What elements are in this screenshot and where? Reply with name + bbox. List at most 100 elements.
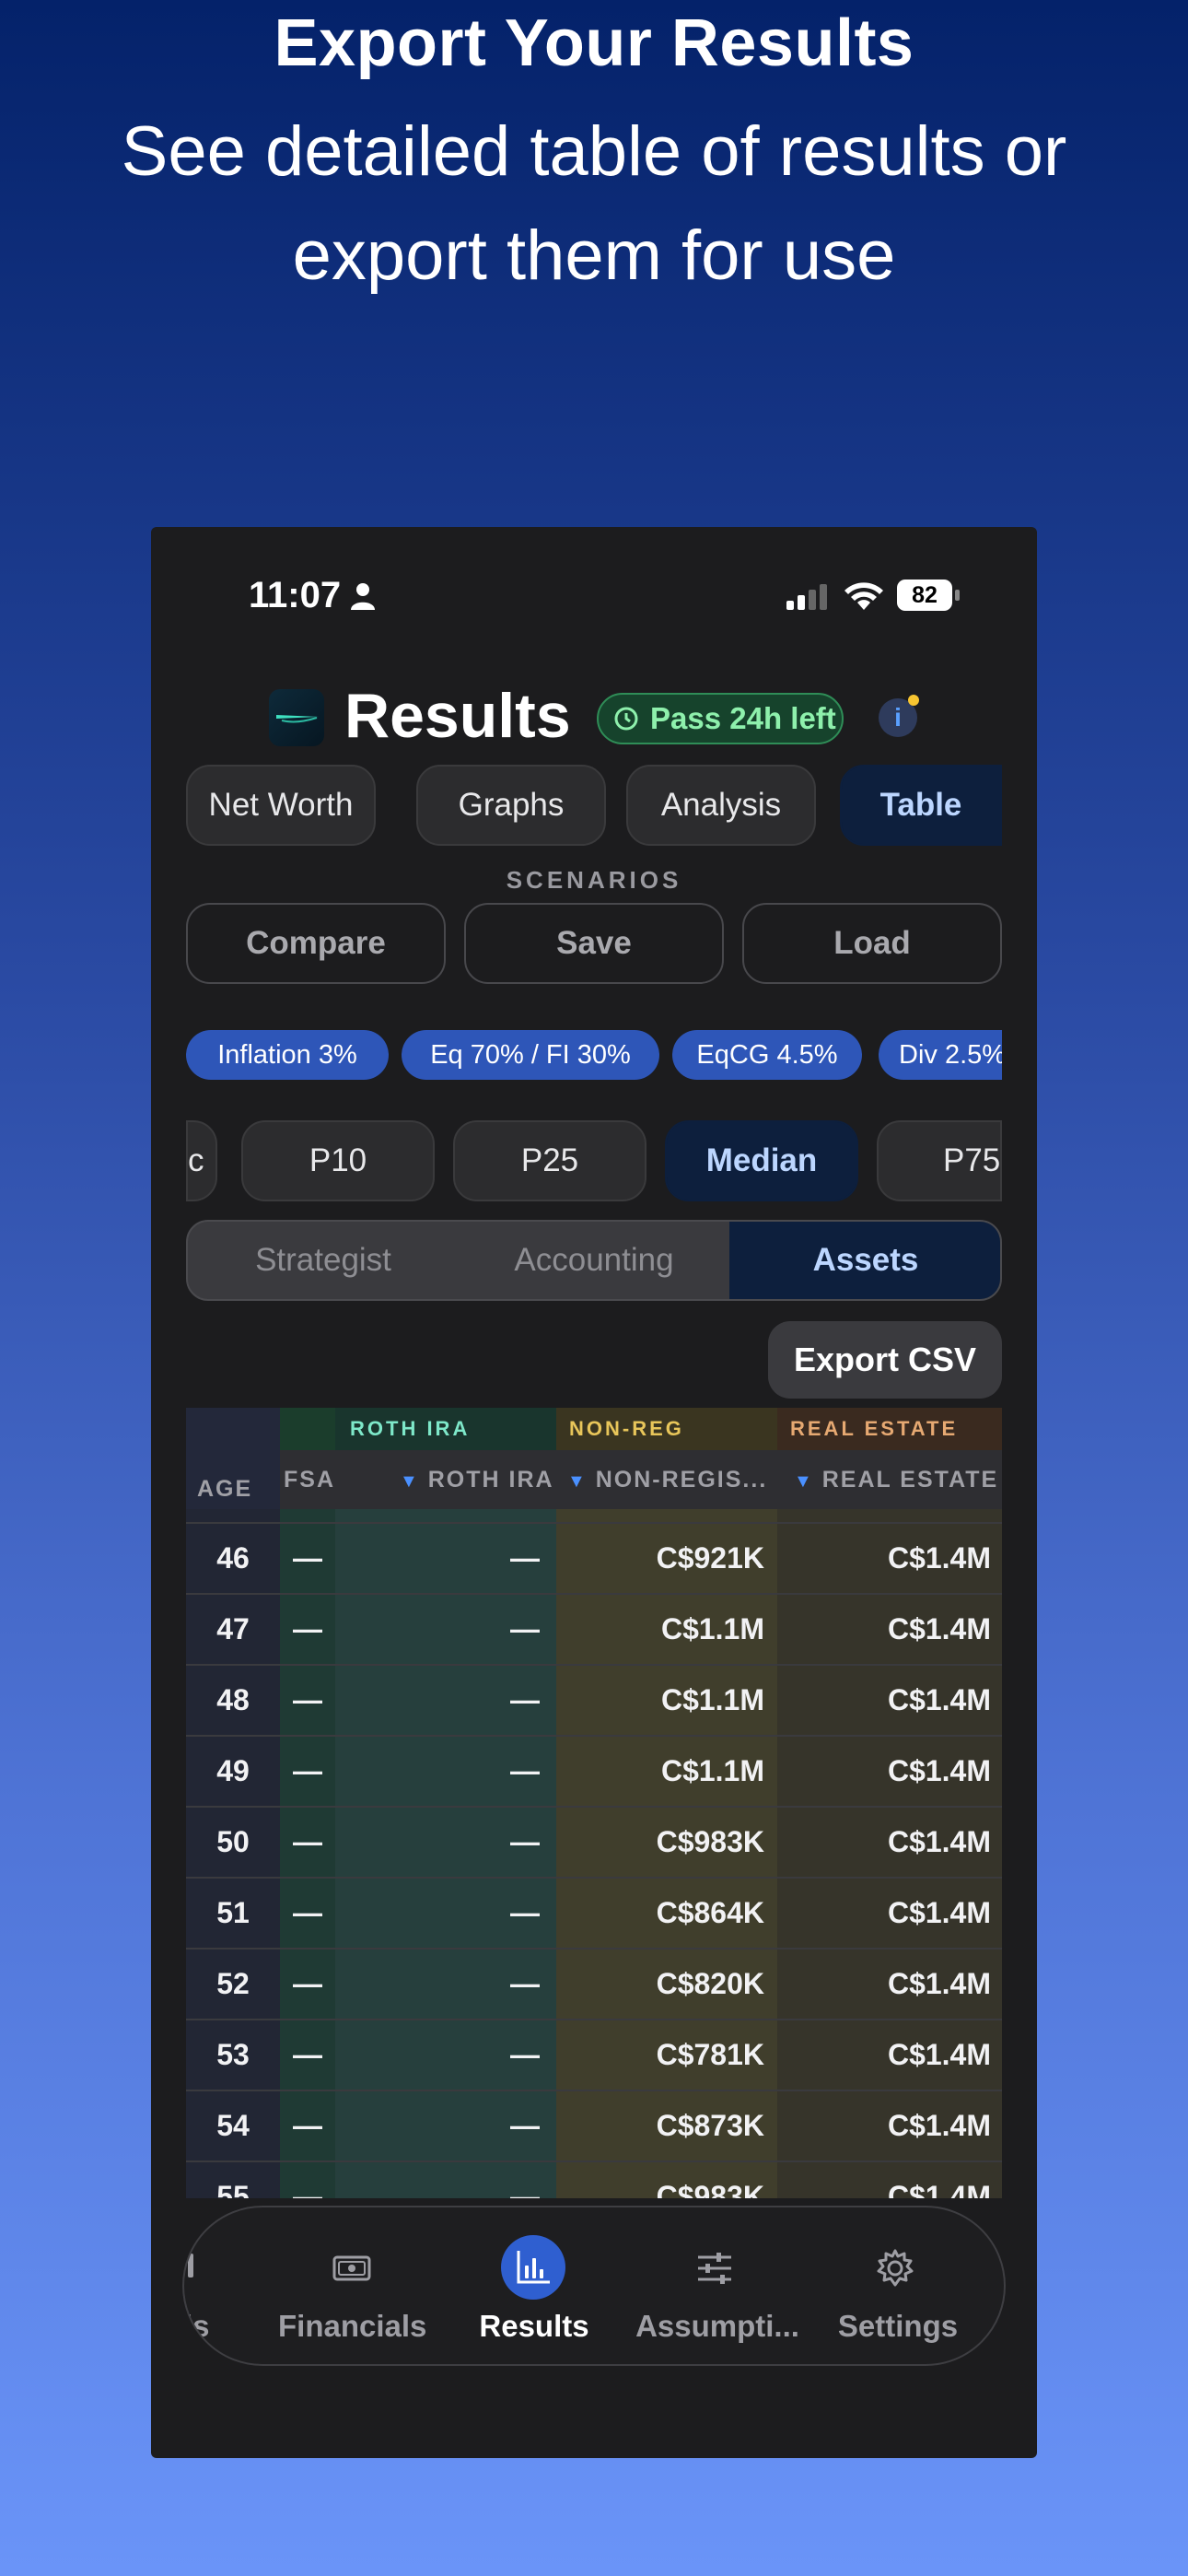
cell-age: 51 (216, 1896, 250, 1929)
promo-title: Export Your Results (274, 6, 914, 80)
cell-age: 54 (216, 2109, 250, 2142)
phone-screen: 11:07 82 Results Pass 24h left i Net Wor… (151, 527, 1037, 2458)
scenarios-label: SCENARIOS (506, 866, 682, 894)
percentile-tab-p25[interactable]: P25 (453, 1120, 646, 1201)
cell-roth-ira: — (510, 1896, 540, 1929)
cell-real-estate: C$1.4M (887, 1967, 991, 2000)
group-header-nonreg: NON-REG (556, 1408, 777, 1450)
cell-roth-ira: — (510, 2180, 540, 2198)
cell-fsa: — (293, 1896, 322, 1929)
chip-dividend[interactable]: Div 2.5% (879, 1030, 1002, 1080)
column-header-fsa[interactable]: FSA (284, 1450, 335, 1509)
table-row: 55 — — C$983K C$1.4M (186, 2160, 1002, 2198)
cell-roth-ira: — (510, 1754, 540, 1787)
percentile-tab-partial[interactable]: c (186, 1120, 217, 1201)
banknote-icon (332, 2255, 371, 2281)
tab-settings[interactable]: Settings (820, 2309, 976, 2344)
tab-graphs[interactable]: Graphs (416, 765, 606, 846)
cell-non-registered: C$864K (656, 1896, 764, 1929)
cell-non-registered: C$1.1M (660, 1754, 764, 1787)
cell-real-estate: C$1.4M (887, 1683, 991, 1716)
cell-fsa: — (293, 2180, 322, 2198)
cell-non-registered: C$1.1M (660, 1683, 764, 1716)
cell-non-registered: C$983K (656, 2180, 764, 2198)
compare-button[interactable]: Compare (186, 903, 446, 984)
column-header-realestate[interactable]: ▼ REAL ESTATE (794, 1450, 998, 1509)
chip-equity-cg[interactable]: EqCG 4.5% (672, 1030, 862, 1080)
cell-real-estate: C$1.4M (887, 1754, 991, 1787)
cell-age: 47 (216, 1612, 250, 1645)
tab-net-worth[interactable]: Net Worth (186, 765, 376, 846)
person-icon (351, 583, 375, 610)
cell-non-registered: C$781K (656, 2038, 764, 2071)
sort-triangle-icon: ▼ (794, 1471, 814, 1492)
sort-triangle-icon: ▼ (400, 1471, 420, 1492)
clock-icon (614, 707, 638, 731)
column-header-nonreg-label: NON-REGIS... (595, 1467, 768, 1493)
view-segmented-control: Strategist Accounting Assets (186, 1220, 1002, 1301)
page-title: Results (344, 681, 571, 751)
table-row: 48 — — C$1.1M C$1.4M (186, 1664, 1002, 1735)
cell-roth-ira: — (510, 1825, 540, 1858)
table-row: 46 — — C$921K C$1.4M (186, 1522, 1002, 1593)
table-row: 50 — — C$983K C$1.4M (186, 1806, 1002, 1877)
cell-age: 53 (216, 2038, 250, 2071)
sort-triangle-icon: ▼ (567, 1471, 588, 1492)
promo-subtitle-line2: export them for use (292, 217, 896, 295)
cell-roth-ira: — (510, 1612, 540, 1645)
promo-subtitle: See detailed table of results or export … (18, 100, 1170, 308)
column-header-age[interactable]: AGE (197, 1459, 252, 1518)
cell-age: 49 (216, 1754, 250, 1787)
percentile-tab-p10[interactable]: P10 (241, 1120, 435, 1201)
column-header-nonreg[interactable]: ▼ NON-REGIS... (567, 1450, 767, 1509)
cell-roth-ira: — (510, 1683, 540, 1716)
cell-roth-ira: — (510, 1967, 540, 2000)
cell-roth-ira: — (510, 2109, 540, 2142)
segment-accounting[interactable]: Accounting (459, 1222, 729, 1299)
column-header-roth[interactable]: ▼ ROTH IRA (400, 1450, 554, 1509)
percentile-tab-median[interactable]: Median (665, 1120, 858, 1201)
status-time: 11:07 (249, 575, 342, 615)
pass-badge[interactable]: Pass 24h left (597, 693, 844, 744)
table-row: 51 — — C$864K C$1.4M (186, 1877, 1002, 1948)
wifi-icon (844, 582, 883, 610)
cell-age: 48 (216, 1683, 250, 1716)
cell-age: 46 (216, 1541, 250, 1575)
table-row: 52 — — C$820K C$1.4M (186, 1948, 1002, 2019)
group-header-roth: ROTH IRA (350, 1417, 471, 1440)
load-button[interactable]: Load (742, 903, 1002, 984)
tab-partial-label[interactable]: ls (184, 2309, 210, 2344)
chip-allocation[interactable]: Eq 70% / FI 30% (402, 1030, 659, 1080)
cell-non-registered: C$921K (656, 1541, 764, 1575)
results-table: ROTH IRA NON-REG REAL ESTATE AGE FSA ▼ R… (186, 1408, 1002, 2198)
cellular-signal-icon (786, 584, 827, 610)
cell-non-registered: C$820K (656, 1967, 764, 2000)
save-button[interactable]: Save (464, 903, 724, 984)
tab-financials[interactable]: Financials (278, 2309, 426, 2344)
tab-assumptions[interactable]: Assumpti... (630, 2309, 805, 2344)
table-row: 53 — — C$781K C$1.4M (186, 2019, 1002, 2090)
cell-fsa: — (293, 1825, 322, 1858)
cell-real-estate: C$1.4M (887, 1825, 991, 1858)
tab-table[interactable]: Table (840, 765, 1002, 846)
cell-real-estate: C$1.4M (887, 2109, 991, 2142)
tab-analysis[interactable]: Analysis (626, 765, 816, 846)
cell-fsa: — (293, 2109, 322, 2142)
bar-chart-icon (517, 2251, 550, 2284)
cell-age: 50 (216, 1825, 250, 1858)
cell-roth-ira: — (510, 2038, 540, 2071)
export-csv-button[interactable]: Export CSV (768, 1321, 1002, 1399)
tab-results[interactable]: Results (460, 2309, 608, 2344)
percentile-tab-p75[interactable]: P75 (877, 1120, 1002, 1201)
gear-icon (877, 2249, 914, 2287)
promo-subtitle-line1: See detailed table of results or (121, 112, 1067, 191)
segment-assets[interactable]: Assets (729, 1222, 1000, 1299)
notification-dot (908, 695, 919, 706)
cell-fsa: — (293, 1541, 322, 1575)
cell-fsa: — (293, 1754, 322, 1787)
app-logo-icon (269, 689, 324, 746)
segment-strategist[interactable]: Strategist (188, 1222, 459, 1299)
chip-inflation[interactable]: Inflation 3% (186, 1030, 389, 1080)
bottom-tab-bar: ls Financials Results Assumpti... Settin… (182, 2206, 1006, 2366)
column-header-realestate-label: REAL ESTATE (821, 1467, 999, 1493)
